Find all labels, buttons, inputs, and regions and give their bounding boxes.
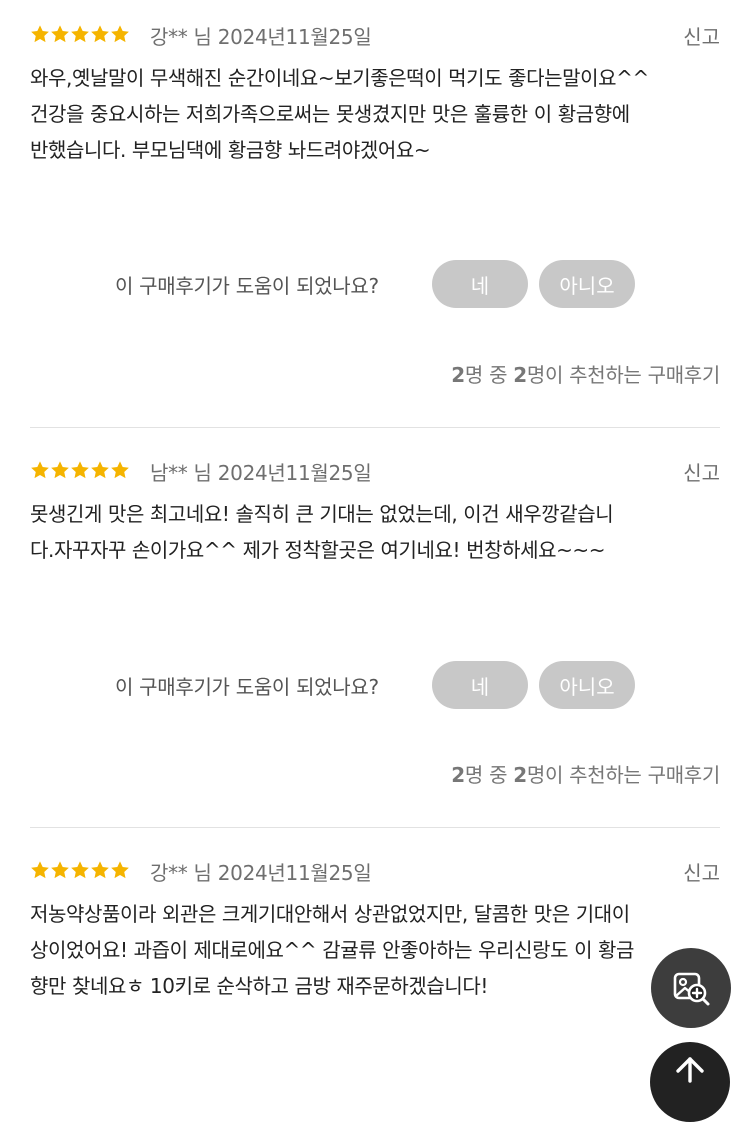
star-icon [91,861,109,879]
review-text-line: 향만 찾네요ㅎ 10키로 순삭하고 금방 재주문하겠습니다! [30,974,489,998]
star-rating [30,860,130,884]
helpful-question: 이 구매후기가 도움이 되었나요? [115,274,379,298]
review-text-line: 다.자꾸자꾸 손이가요^^ 제가 정착할곳은 여기네요! 번창하세요~~~ [30,538,606,562]
star-icon [71,25,89,43]
scroll-top-button[interactable] [650,1042,730,1122]
review-header: 강** 님 2024년11월25일 신고 [30,856,720,888]
star-icon [51,861,69,879]
review-text-line: 상이었어요! 과즙이 제대로에요^^ 감귤류 안좋아하는 우리신랑도 이 황금 [30,938,635,962]
helpful-prompt: 이 구매후기가 도움이 되었나요? 네 아니오 [0,661,750,709]
helpful-question: 이 구매후기가 도움이 되었나요? [115,675,379,699]
star-icon [51,461,69,479]
review-divider [30,827,720,828]
star-icon [71,861,89,879]
review-text-line: 반했습니다. 부모님댁에 황금향 놔드려야겠어요~ [30,138,431,162]
report-button[interactable]: 신고 [683,21,720,50]
review-divider [30,427,720,428]
review-date: 2024년11월25일 [217,25,372,49]
review-header: 남** 님 2024년11월25일 신고 [30,456,720,488]
review-header: 강** 님 2024년11월25일 신고 [30,20,720,52]
review-author: 강** 님 [150,25,212,49]
review-author-date: 강** 님 2024년11월25일 [150,21,372,50]
star-icon [31,861,49,879]
review-author: 남** 님 [150,461,212,485]
review-text-line: 건강을 중요시하는 저희가족으로써는 못생겼지만 맛은 훌륭한 이 황금향에 [30,102,630,126]
star-icon [111,25,129,43]
review-text-line: 저농약상품이라 외관은 크게기대안해서 상관없었지만, 달콤한 맛은 기대이 [30,902,630,926]
recommend-count-number: 2 [513,763,527,787]
star-icon [31,461,49,479]
review-date: 2024년11월25일 [217,861,372,885]
review-text: 못생긴게 맛은 최고네요! 솔직히 큰 기대는 없었는데, 이건 새우깡같습니 … [30,496,725,568]
report-button[interactable]: 신고 [683,457,720,486]
star-icon [51,25,69,43]
review-text-line: 와우,옛날말이 무색해진 순간이네요~보기좋은떡이 먹기도 좋다는말이요^^ [30,66,649,90]
star-rating [30,24,130,48]
helpful-no-button[interactable]: 아니오 [539,661,635,709]
star-icon [91,461,109,479]
recommend-text: 명 중 [464,363,514,387]
star-icon [111,461,129,479]
image-search-button[interactable] [651,948,731,1028]
review-author-date: 강** 님 2024년11월25일 [150,857,372,886]
star-icon [91,25,109,43]
helpful-prompt: 이 구매후기가 도움이 되었나요? 네 아니오 [0,260,750,308]
review-text: 저농약상품이라 외관은 크게기대안해서 상관없었지만, 달콤한 맛은 기대이 상… [30,896,725,1004]
recommend-text: 명이 추천하는 구매후기 [526,363,720,387]
recommend-count: 2명 중 2명이 추천하는 구매후기 [451,759,720,788]
review-text: 와우,옛날말이 무색해진 순간이네요~보기좋은떡이 먹기도 좋다는말이요^^ 건… [30,60,725,168]
report-button[interactable]: 신고 [683,857,720,886]
helpful-yes-button[interactable]: 네 [432,661,528,709]
arrow-up-icon [676,1057,704,1083]
recommend-count-number: 2 [451,763,465,787]
helpful-no-button[interactable]: 아니오 [539,260,635,308]
star-rating [30,460,130,484]
star-icon [71,461,89,479]
star-icon [31,25,49,43]
image-search-icon [673,972,710,1006]
review-text-line: 못생긴게 맛은 최고네요! 솔직히 큰 기대는 없었는데, 이건 새우깡같습니 [30,502,614,526]
review-author-date: 남** 님 2024년11월25일 [150,457,372,486]
recommend-text: 명 중 [464,763,514,787]
helpful-yes-button[interactable]: 네 [432,260,528,308]
recommend-count: 2명 중 2명이 추천하는 구매후기 [451,359,720,388]
review-author: 강** 님 [150,861,212,885]
star-icon [111,861,129,879]
review-date: 2024년11월25일 [217,461,372,485]
recommend-count-number: 2 [513,363,527,387]
recommend-text: 명이 추천하는 구매후기 [526,763,720,787]
recommend-count-number: 2 [451,363,465,387]
